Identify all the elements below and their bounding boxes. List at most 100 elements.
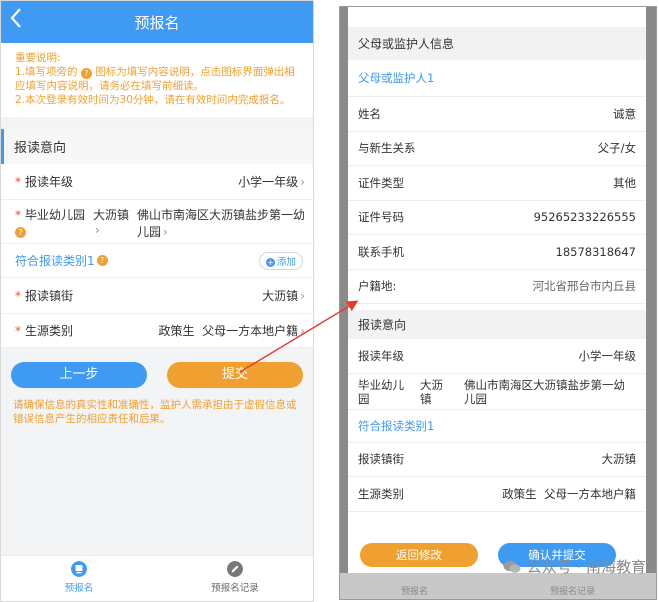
dimmed-tab-1: 预报名 <box>400 587 428 597</box>
submit-button[interactable]: 提交 <box>167 362 303 388</box>
row-label: 生源类别 <box>358 486 404 501</box>
chevron-right-icon: › <box>300 289 305 303</box>
watermark-text: 公众号 · 南海教育 <box>526 558 646 576</box>
wechat-icon <box>503 560 521 573</box>
row-value: 95265233226555 <box>533 210 636 225</box>
header-bar: 预报名 <box>1 1 313 43</box>
guardian-header: 父母或监护人信息 <box>348 27 646 60</box>
notice-line1-start: 1.填写项旁的 <box>15 66 78 78</box>
intent-row-source: 生源类别 政策生 父母一方本地户籍 <box>348 477 646 512</box>
register-icon <box>71 561 87 577</box>
back-to-edit-button[interactable]: 返回修改 <box>360 543 478 567</box>
row-street[interactable]: * 报读镇街 大沥镇 › <box>1 278 313 314</box>
left-screen: 预报名 重要说明: 1.填写项旁的 ? 图标为填写内容说明，点击图标界面弹出相应… <box>0 0 314 602</box>
tab-preregister[interactable]: 预报名 <box>1 556 157 601</box>
required-mark: * <box>15 174 21 189</box>
help-icon[interactable]: ? <box>96 255 108 266</box>
row-label: 报读镇街 <box>358 452 404 467</box>
intent-row-street: 报读镇街 大沥镇 <box>348 443 646 477</box>
row-label: 报读年级 <box>358 348 404 363</box>
watermark: 公众号 · 南海教育 <box>503 556 646 577</box>
page-title: 预报名 <box>134 14 180 32</box>
source-label: 生源类别 <box>25 324 74 338</box>
source-value-1: 政策生 <box>502 486 537 501</box>
overlay-side-left <box>340 7 348 599</box>
kindergarten-town: 大沥镇 <box>420 377 443 406</box>
row-label: 证件类型 <box>358 175 404 190</box>
street-label: 报读镇街 <box>25 289 74 303</box>
add-button-label: 添加 <box>276 256 296 268</box>
confirm-dialog: 父母或监护人信息 父母或监护人1 姓名 诚意 与新生关系 父子/女 证件类型 其他 证… <box>348 7 646 599</box>
guardian-row-phone: 联系手机 18578318647 <box>348 235 646 270</box>
source-value: 政策生 父母一方本地户籍 › <box>159 322 305 339</box>
street-value-text: 大沥镇 <box>262 289 299 303</box>
row-source[interactable]: * 生源类别 政策生 父母一方本地户籍 › <box>1 314 313 348</box>
row-value: 河北省邢台市内丘县 <box>532 279 637 294</box>
row-label: 证件号码 <box>358 210 404 225</box>
dialog-top-spacer <box>348 7 646 27</box>
guardian-row-id-type: 证件类型 其他 <box>348 166 646 201</box>
help-icon[interactable]: ? <box>15 227 26 238</box>
row-value: 其他 <box>613 175 636 190</box>
bottom-tab-bar: 预报名 预报名记录 <box>1 555 313 601</box>
right-screen: 父母或监护人信息 父母或监护人1 姓名 诚意 与新生关系 父子/女 证件类型 其他 证… <box>339 6 657 600</box>
required-mark: * <box>15 208 21 222</box>
plus-icon: + <box>265 257 275 267</box>
row-label: 姓名 <box>358 106 381 121</box>
chevron-right-icon: › <box>163 225 168 239</box>
kindergarten-town: 大沥镇 › <box>93 206 133 237</box>
guardian-row-relation: 与新生关系 父子/女 <box>348 132 646 166</box>
row-value: 大沥镇 <box>601 452 637 467</box>
grade-value-text: 小学一年级 <box>238 175 299 189</box>
chevron-right-icon: › <box>300 175 305 189</box>
source-value-2: 父母一方本地户籍 <box>544 486 636 501</box>
notice-line2: 2.本次登录有效时间为30分钟，请在有效时间内完成报名。 <box>15 94 291 106</box>
guardian-row-name: 姓名 诚意 <box>348 97 646 132</box>
notice-line1: 1.填写项旁的 ? 图标为填写内容说明，点击图标界面弹出相应填写内容说明，请务必… <box>15 65 301 93</box>
kindergarten-label: 毕业幼儿园 <box>25 208 86 222</box>
guardian-row-hukou: 户籍地: 河北省邢台市内丘县 <box>348 270 646 304</box>
kindergarten-name: 佛山市南海区大沥镇盐步第一幼儿园 <box>464 377 625 406</box>
notice-title: 重要说明: <box>15 52 61 64</box>
row-label: 户籍地: <box>358 279 397 294</box>
notice-box: 重要说明: 1.填写项旁的 ? 图标为填写内容说明，点击图标界面弹出相应填写内容… <box>1 43 313 117</box>
tab-preregister-label: 预报名 <box>64 583 94 594</box>
add-button[interactable]: + 添加 <box>258 251 303 270</box>
kindergarten-name: 佛山市南海区大沥镇盐步第一幼儿园 › <box>133 206 305 240</box>
source-value-2: 父母一方本地户籍 <box>202 324 299 338</box>
category-link-row[interactable]: 符合报读类别1? + 添加 <box>1 244 313 278</box>
street-value: 大沥镇 › <box>262 287 305 304</box>
intent-header: 报读意向 <box>348 310 646 339</box>
help-icon: ? <box>80 68 92 79</box>
chevron-right-icon: › <box>95 223 100 237</box>
kindergarten-label-block: * 毕业幼儿园 ? <box>15 206 93 238</box>
chevron-right-icon: › <box>300 324 305 338</box>
category-link[interactable]: 符合报读类别1 <box>15 252 95 269</box>
intent-row-grade: 报读年级 小学一年级 <box>348 339 646 374</box>
row-kindergarten[interactable]: * 毕业幼儿园 ? 大沥镇 › 佛山市南海区大沥镇盐步第一幼儿园 › <box>1 200 313 244</box>
row-label: 联系手机 <box>358 244 404 259</box>
warning-text: 请确保信息的真实性和准确性，监护人需承担由于虚假信息或错误信息产生的相应责任和后… <box>13 399 297 425</box>
row-label: 毕业幼儿园 <box>358 377 404 406</box>
row-value: 18578318647 <box>555 244 636 259</box>
prev-button[interactable]: 上一步 <box>11 362 147 388</box>
row-value: 政策生 父母一方本地户籍 <box>502 486 636 502</box>
required-mark: * <box>15 323 21 338</box>
row-grade[interactable]: * 报读年级 小学一年级 › <box>1 164 313 200</box>
row-label: 与新生关系 <box>358 141 416 156</box>
grade-value: 小学一年级 › <box>238 173 305 190</box>
grade-label: 报读年级 <box>25 175 74 189</box>
tab-records[interactable]: 预报名记录 <box>157 556 313 601</box>
intent-row-kindergarten: 毕业幼儿园 大沥镇 佛山市南海区大沥镇盐步第一幼儿园 <box>348 374 646 410</box>
row-value: 小学一年级 <box>578 348 637 363</box>
section-intent-header: 报读意向 <box>1 129 313 164</box>
row-value: 父子/女 <box>597 141 636 156</box>
guardian-row-id-number: 证件号码 95265233226555 <box>348 201 646 235</box>
guardian-link[interactable]: 父母或监护人1 <box>348 60 646 97</box>
dimmed-tab-2: 预报名记录 <box>549 587 595 597</box>
intent-category-link[interactable]: 符合报读类别1 <box>348 410 646 443</box>
source-value-1: 政策生 <box>158 324 195 338</box>
tab-records-label: 预报名记录 <box>211 583 259 594</box>
action-buttons: 上一步 提交 <box>1 362 313 388</box>
required-mark: * <box>15 288 21 303</box>
